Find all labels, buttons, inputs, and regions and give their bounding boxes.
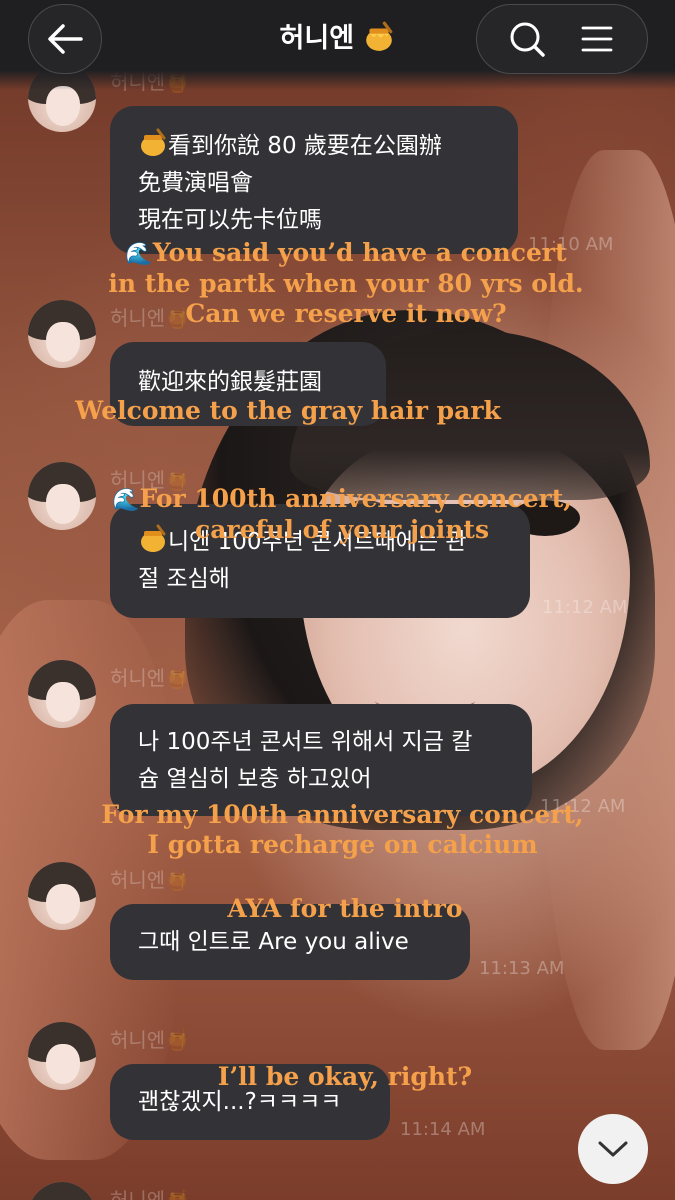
sender-name: 허니엔🍯 (110, 868, 191, 892)
message-line: 슘 열심히 보충 하고있어 (138, 766, 372, 792)
translation-caption: AYA for the intro (227, 894, 463, 923)
header-tools (476, 4, 648, 74)
hamburger-menu-icon (581, 26, 613, 52)
message-line: 免費演唱會 (138, 170, 253, 196)
message-line: 現在可以先卡位嗎 (138, 207, 322, 233)
search-icon (510, 22, 545, 57)
translation-caption: Welcome to the gray hair park (75, 396, 501, 425)
chat-title-text: 허니엔 (279, 23, 355, 54)
avatar[interactable] (28, 1182, 96, 1200)
sender-name: 허니엔🍯 (110, 1028, 191, 1052)
message-time: 11:14 AM (400, 1119, 486, 1140)
sender-name: 허니엔🍯 (110, 306, 191, 330)
translation-caption: 🌊For 100th anniversary concert, careful … (112, 484, 572, 544)
sender-name: 허니엔🍯 (110, 1188, 191, 1200)
search-button[interactable] (505, 17, 549, 61)
message-time: 11:12 AM (542, 597, 628, 618)
chevron-down-icon (598, 1141, 628, 1157)
menu-button[interactable] (575, 17, 619, 61)
translation-caption: For my 100th anniversary concert, I gott… (101, 800, 584, 859)
honey-pot-icon (141, 128, 166, 156)
wave-icon: 🌊 (125, 241, 153, 267)
avatar[interactable] (28, 462, 96, 530)
message-line: 나 100주년 콘서트 위해서 지금 칼 (138, 729, 473, 755)
avatar[interactable] (28, 862, 96, 930)
scroll-to-bottom-button[interactable] (578, 1114, 648, 1184)
wave-icon: 🌊 (112, 487, 140, 513)
avatar[interactable] (28, 660, 96, 728)
honey-pot-icon (366, 21, 393, 51)
avatar[interactable] (28, 1022, 96, 1090)
chat-header: 허니엔 (0, 0, 675, 90)
translation-caption: I’ll be okay, right? (217, 1062, 473, 1091)
message-line: 看到你說 80 歲要在公園辦 (168, 133, 442, 159)
avatar[interactable] (28, 300, 96, 368)
message-time: 11:13 AM (479, 958, 565, 979)
message-bubble[interactable]: 看到你說 80 歲要在公園辦 免費演唱會 現在可以先卡位嗎 (110, 106, 518, 254)
message-line: 절 조심해 (138, 566, 230, 592)
message-line: 그때 인트로 Are you alive (138, 929, 409, 955)
sender-name: 허니엔🍯 (110, 666, 191, 690)
